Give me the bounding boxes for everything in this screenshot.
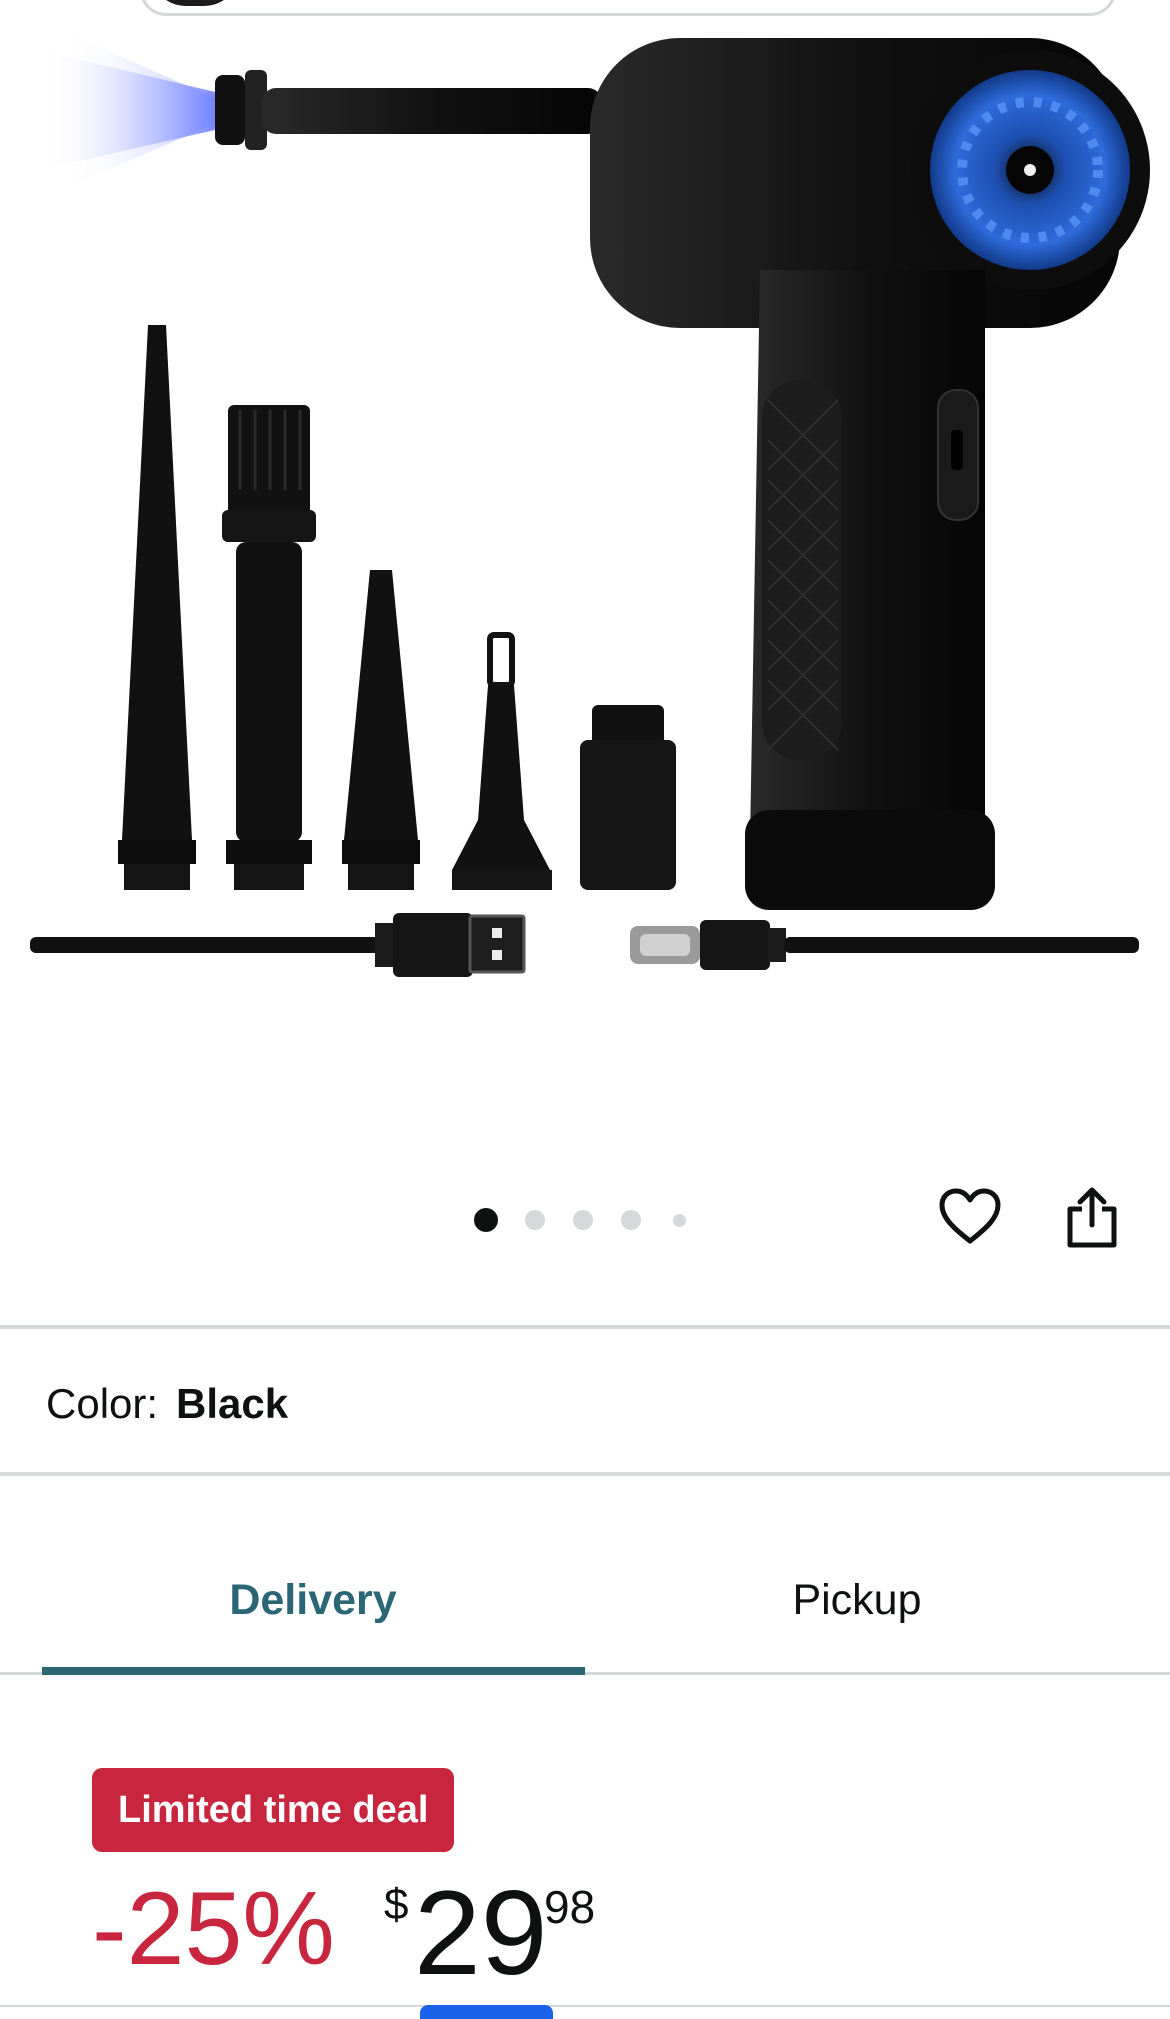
tab-delivery-label: Delivery <box>229 1575 397 1624</box>
limited-deal-badge: Limited time deal <box>92 1768 455 1852</box>
section-divider <box>0 1472 1170 1476</box>
carousel-dots[interactable] <box>474 1205 704 1235</box>
fulfillment-tabs: Delivery Pickup <box>0 1545 1170 1675</box>
product-illustration <box>30 30 1150 977</box>
carousel-dot-3[interactable] <box>573 1210 593 1230</box>
tab-pickup-label: Pickup <box>792 1575 922 1624</box>
heart-icon <box>939 1188 1001 1244</box>
color-selector[interactable]: Color: Black <box>46 1380 288 1428</box>
carousel-dot-1[interactable] <box>474 1208 498 1232</box>
color-value: Black <box>176 1380 289 1427</box>
discount-percent: -25% <box>92 1871 335 1987</box>
tab-selected-indicator <box>42 1667 585 1675</box>
deal-badge-label: Limited time deal <box>118 1788 429 1831</box>
share-button[interactable] <box>1057 1182 1127 1252</box>
tab-delivery[interactable]: Delivery <box>42 1545 584 1655</box>
carousel-dot-5[interactable] <box>673 1214 686 1227</box>
tab-pickup[interactable]: Pickup <box>586 1545 1128 1655</box>
color-label: Color: <box>46 1380 159 1427</box>
share-icon <box>1067 1187 1117 1248</box>
product-image[interactable] <box>0 20 1170 1000</box>
price-currency: $ <box>384 1880 409 1929</box>
section-divider <box>0 1325 1170 1329</box>
carousel-dot-2[interactable] <box>525 1210 545 1230</box>
wishlist-button[interactable] <box>935 1182 1005 1252</box>
price-whole: 29 <box>414 1866 548 2000</box>
search-bar-edge[interactable] <box>140 0 1116 16</box>
carousel-dot-4[interactable] <box>621 1210 641 1230</box>
price-fraction: 98 <box>544 1881 596 1933</box>
bottom-bar-border <box>0 2005 1170 2007</box>
